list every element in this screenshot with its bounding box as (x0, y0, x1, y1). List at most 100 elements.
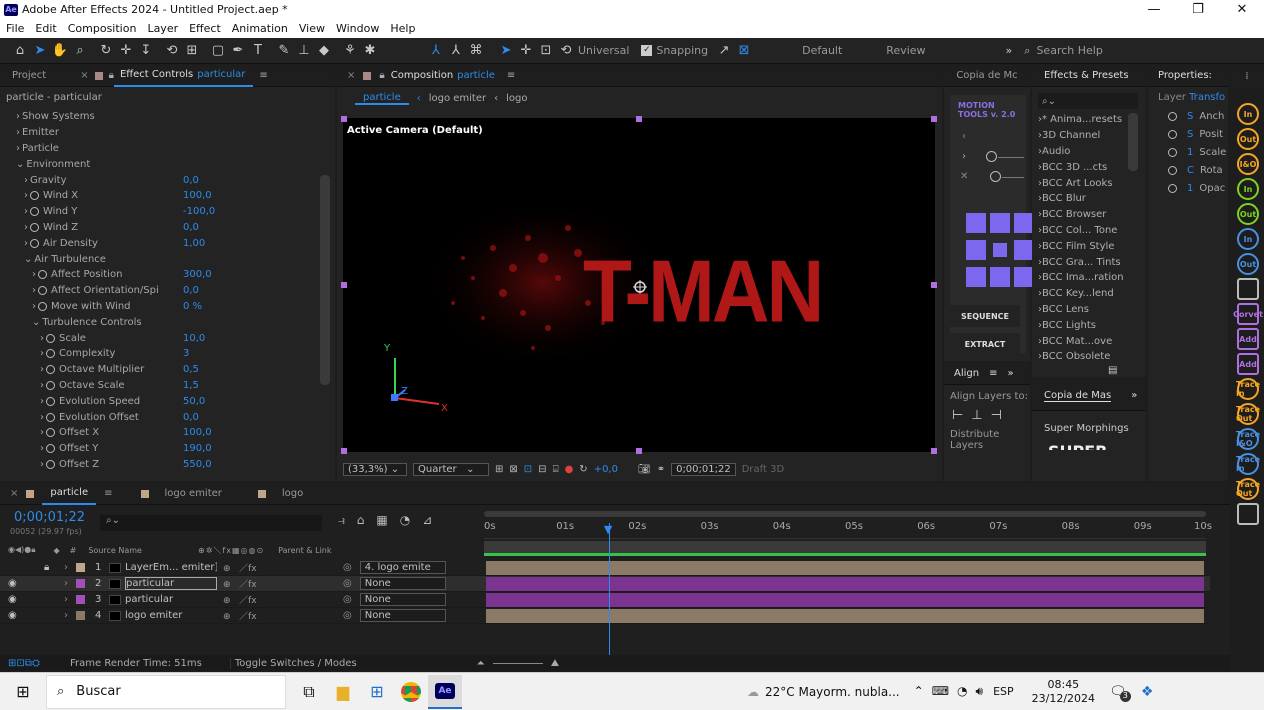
parent-dropdown[interactable]: 4. logo emite (359, 561, 446, 574)
effect-property-row[interactable]: › Affect Orientation/Spi 0,0 (0, 283, 335, 299)
tab-align[interactable]: Align (954, 368, 979, 379)
chevron-right-icon[interactable]: › (32, 285, 36, 296)
effect-property-value[interactable]: 100,0 (183, 427, 212, 438)
motion-tool-button[interactable]: I&O (1237, 153, 1259, 175)
snap-options-icon[interactable]: ↗ (714, 41, 734, 61)
tab-composition[interactable]: Composition particle (385, 65, 503, 87)
motion-tool-button[interactable]: Trace Out (1236, 403, 1260, 425)
tray-overflow-icon[interactable]: ⌃ (914, 684, 924, 699)
transform-property-row[interactable]: 1 Opac (1168, 179, 1228, 197)
layer-label-color[interactable] (76, 595, 85, 604)
effect-property-row[interactable]: › Gravity 0,0 (0, 172, 335, 188)
parent-pickwhip-icon[interactable]: ◎ (343, 610, 352, 621)
close-icon[interactable]: × (80, 70, 88, 81)
chevron-right-icon[interactable]: › (40, 459, 44, 470)
effect-property-value[interactable]: 0,0 (183, 412, 199, 423)
motion-blur-icon[interactable]: ◔ (400, 513, 410, 528)
layer-duration-bar[interactable] (486, 609, 1204, 623)
tab-logo[interactable]: logo (274, 483, 311, 505)
puppet-pin-icon[interactable]: ✱ (360, 41, 380, 61)
chevron-right-icon[interactable]: › (40, 333, 44, 344)
motion-tool-button[interactable]: Trace Out (1236, 478, 1260, 500)
close-icon[interactable]: × (10, 488, 18, 499)
bounding-handle[interactable] (931, 116, 937, 122)
chevron-right-icon[interactable]: › (24, 206, 28, 217)
effect-property-row[interactable]: › Affect Position 300,0 (0, 267, 335, 283)
layer-switches-icon[interactable]: ⊕ ／fx (223, 593, 283, 606)
panel-menu-icon[interactable]: ≡ (507, 70, 515, 81)
rectangle-tool-icon[interactable]: ▢ (208, 41, 228, 61)
effect-property-row[interactable]: › Offset Z 550,0 (0, 457, 335, 473)
lock-icon[interactable]: 🔒︎ (44, 562, 56, 573)
pen-tool-icon[interactable]: ✒ (228, 41, 248, 61)
overflow-icon[interactable]: » (1131, 390, 1137, 401)
chevron-right-icon[interactable]: › (40, 380, 44, 391)
overflow-icon[interactable]: » (1007, 368, 1013, 379)
workspace-overflow-icon[interactable]: » (1006, 44, 1013, 57)
3d-scale-icon[interactable]: ⊡ (536, 41, 556, 61)
mt-arrow-icon[interactable]: › (962, 151, 966, 162)
chevron-right-icon[interactable]: › (64, 594, 74, 605)
color-channel-icon[interactable]: ● (565, 464, 574, 475)
effect-property-row[interactable]: › Wind Z 0,0 (0, 220, 335, 236)
close-icon[interactable]: × (347, 70, 355, 81)
chrome-icon[interactable] (394, 675, 428, 709)
microsoft-store-icon[interactable]: ⊞ (360, 675, 394, 709)
transform-property-row[interactable]: 1 Scale (1168, 143, 1228, 161)
effects-category-item[interactable]: › BCC Gra... Tints (1038, 254, 1146, 270)
motion-tool-button[interactable]: In (1237, 178, 1259, 200)
bounding-handle[interactable] (636, 448, 642, 454)
notifications-icon[interactable]: 🗨︎ 3 (1109, 684, 1131, 702)
layer-switches-icon[interactable]: ⊕ ／fx (223, 561, 283, 574)
windows-start-icon[interactable]: ⊞ (6, 675, 40, 709)
new-folder-icon[interactable]: ▤ (1108, 365, 1117, 376)
rotate-tool-icon[interactable]: ⟲ (162, 41, 182, 61)
anchor-bottom-right-button[interactable] (1014, 267, 1034, 287)
tab-copia-de-mas[interactable]: Copia de Mas (1044, 390, 1112, 402)
timeline-timecode[interactable]: 0;00;01;22 (14, 510, 85, 525)
layer-name[interactable]: logo emiter (125, 610, 217, 621)
extract-button[interactable]: EXTRACT (950, 333, 1020, 355)
effect-property-value[interactable]: 0,5 (183, 364, 199, 375)
sequence-button[interactable]: SEQUENCE (950, 305, 1020, 327)
menu-window[interactable]: Window (336, 22, 379, 35)
motion-tool-button[interactable]: Add (1237, 353, 1259, 375)
layer-name[interactable]: LayerEm... emiter] (125, 562, 217, 573)
stopwatch-icon[interactable] (46, 365, 55, 375)
layer-label-color[interactable] (76, 563, 85, 572)
effect-property-value[interactable]: 100,0 (183, 190, 212, 201)
effect-property-row[interactable]: › Octave Scale 1,5 (0, 378, 335, 394)
parent-link-header[interactable]: Parent & Link (278, 546, 331, 555)
source-name-header[interactable]: Source Name (88, 546, 142, 555)
language-indicator[interactable]: ESP (993, 685, 1014, 698)
tab-project[interactable]: Project (0, 65, 54, 87)
tab-particle[interactable]: particle (42, 483, 97, 505)
tab-effect-controls[interactable]: Effect Controls particular (113, 65, 254, 87)
stopwatch-icon[interactable] (30, 238, 39, 248)
motion-tool-button[interactable]: Out (1237, 203, 1259, 225)
align-buttons-row[interactable]: ⊢⊥⊣ (944, 402, 1030, 423)
effect-property-value[interactable]: 3 (183, 348, 189, 359)
motion-tool-button[interactable] (1237, 278, 1259, 300)
snapshot-icon[interactable]: 📷︎ (638, 464, 651, 475)
timeline-layer-row[interactable]: ◉ › 4 logo emiter ⊕ ／fx ◎ None (0, 608, 1210, 624)
transform-property-row[interactable]: S Posit (1168, 125, 1228, 143)
visibility-eye-icon[interactable]: ◉ (8, 594, 30, 605)
layer-name[interactable]: particular (125, 577, 217, 590)
stopwatch-icon[interactable] (38, 270, 47, 280)
parent-pickwhip-icon[interactable]: ◎ (343, 562, 352, 573)
frame-blend-icon[interactable]: ▦ (376, 513, 387, 528)
effect-property-value[interactable]: 0 % (183, 301, 202, 312)
mt-cross-icon[interactable]: ✕ (960, 171, 968, 182)
chevron-down-icon[interactable]: ⌄ (16, 159, 24, 170)
dolly-camera-icon[interactable]: ↧ (136, 41, 156, 61)
zoom-in-icon[interactable]: ⛰ (551, 658, 559, 669)
tab-copia-de-mc[interactable]: Copia de Mc (944, 65, 1030, 87)
effect-property-row[interactable]: ⌄ Environment (0, 156, 335, 172)
menu-layer[interactable]: Layer (147, 22, 178, 35)
transform-property-row[interactable]: S Anch (1168, 107, 1228, 125)
task-view-icon[interactable]: ⧉ (292, 675, 326, 709)
timeline-search-input[interactable]: ⌕⌄ (100, 515, 322, 531)
effect-property-row[interactable]: › Evolution Speed 50,0 (0, 393, 335, 409)
motion-tool-button[interactable]: Corvet (1233, 303, 1263, 325)
